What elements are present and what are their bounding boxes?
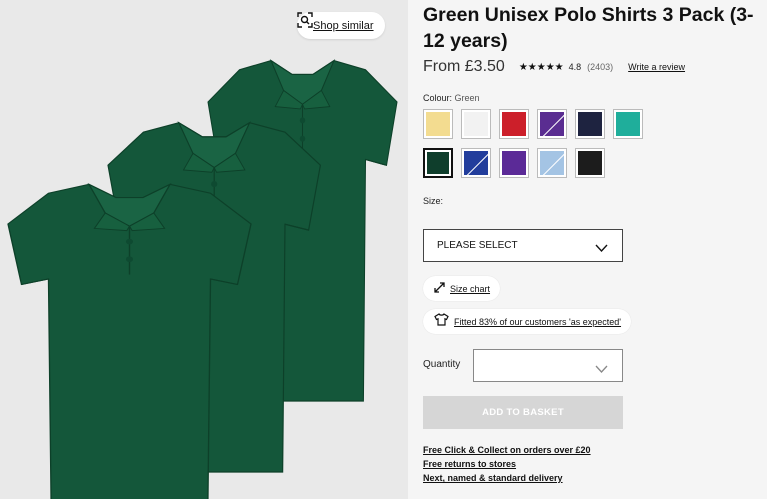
star-rating-icon: ★★★★★ bbox=[518, 61, 564, 73]
shop-similar-button[interactable]: Shop similar bbox=[297, 12, 385, 39]
click-collect-link[interactable]: Free Click & Collect on orders over £20 bbox=[423, 443, 591, 457]
size-chart-button[interactable]: Size chart bbox=[423, 276, 501, 301]
shop-similar-label: Shop similar bbox=[313, 19, 374, 32]
price-rating-row: From £3.50 ★★★★★ 4.8 (2403) Write a revi… bbox=[423, 57, 685, 77]
swatch-fill bbox=[426, 112, 450, 136]
swatch-fill bbox=[578, 112, 602, 136]
swatch-unavailable-line bbox=[464, 151, 488, 175]
size-dropdown[interactable]: PLEASE SELECT bbox=[423, 229, 623, 262]
swatch-unavailable-line bbox=[540, 112, 564, 136]
product-image-gallery[interactable]: Shop similar bbox=[0, 0, 408, 499]
add-to-basket-button[interactable]: ADD TO BASKET bbox=[423, 396, 623, 429]
colour-swatch-yellow[interactable] bbox=[423, 109, 453, 139]
size-chart-label: Size chart bbox=[450, 283, 491, 294]
review-count[interactable]: (2403) bbox=[587, 62, 613, 72]
colour-swatch-royal-blue[interactable] bbox=[461, 148, 491, 178]
swatch-fill bbox=[616, 112, 640, 136]
delivery-links: Free Click & Collect on orders over £20 … bbox=[423, 443, 591, 485]
product-image bbox=[0, 0, 408, 499]
size-dropdown-value: PLEASE SELECT bbox=[437, 240, 518, 251]
swatch-fill bbox=[578, 151, 602, 175]
tshirt-icon bbox=[434, 312, 449, 331]
colour-swatch-green[interactable] bbox=[423, 148, 453, 178]
product-price: From £3.50 bbox=[423, 58, 505, 75]
rating-value: 4.8 bbox=[568, 62, 582, 72]
write-review-link[interactable]: Write a review bbox=[628, 62, 685, 72]
colour-swatch-light-blue[interactable] bbox=[537, 148, 567, 178]
chevron-down-icon bbox=[595, 361, 608, 379]
colour-label: Colour: Green bbox=[423, 93, 480, 103]
colour-swatch-jade[interactable] bbox=[613, 109, 643, 139]
colour-swatch-red[interactable] bbox=[499, 109, 529, 139]
expand-arrows-icon bbox=[434, 280, 445, 298]
free-returns-link[interactable]: Free returns to stores bbox=[423, 457, 591, 471]
swatch-unavailable-line bbox=[540, 151, 564, 175]
colour-swatch-violet[interactable] bbox=[499, 148, 529, 178]
colour-selected-value: Green bbox=[454, 93, 480, 103]
swatch-fill bbox=[502, 112, 526, 136]
delivery-options-link[interactable]: Next, named & standard delivery bbox=[423, 471, 591, 485]
product-title: Green Unisex Polo Shirts 3 Pack (3-12 ye… bbox=[423, 4, 754, 52]
fit-feedback-label: Fitted 83% of our customers 'as expected… bbox=[454, 316, 622, 327]
colour-swatch-purple[interactable] bbox=[537, 109, 567, 139]
swatch-fill bbox=[427, 152, 449, 174]
swatch-fill bbox=[464, 112, 488, 136]
product-details: Green Unisex Polo Shirts 3 Pack (3-12 ye… bbox=[423, 0, 767, 499]
colour-swatch-navy[interactable] bbox=[575, 109, 605, 139]
colour-swatch-white[interactable] bbox=[461, 109, 491, 139]
swatch-fill bbox=[502, 151, 526, 175]
chevron-down-icon bbox=[595, 240, 608, 258]
quantity-dropdown[interactable] bbox=[473, 349, 623, 382]
quantity-label: Quantity bbox=[423, 359, 461, 370]
fit-feedback-link[interactable]: Fitted 83% of our customers 'as expected… bbox=[423, 309, 632, 334]
colour-swatch-black[interactable] bbox=[575, 148, 605, 178]
size-label: Size: bbox=[423, 196, 444, 206]
